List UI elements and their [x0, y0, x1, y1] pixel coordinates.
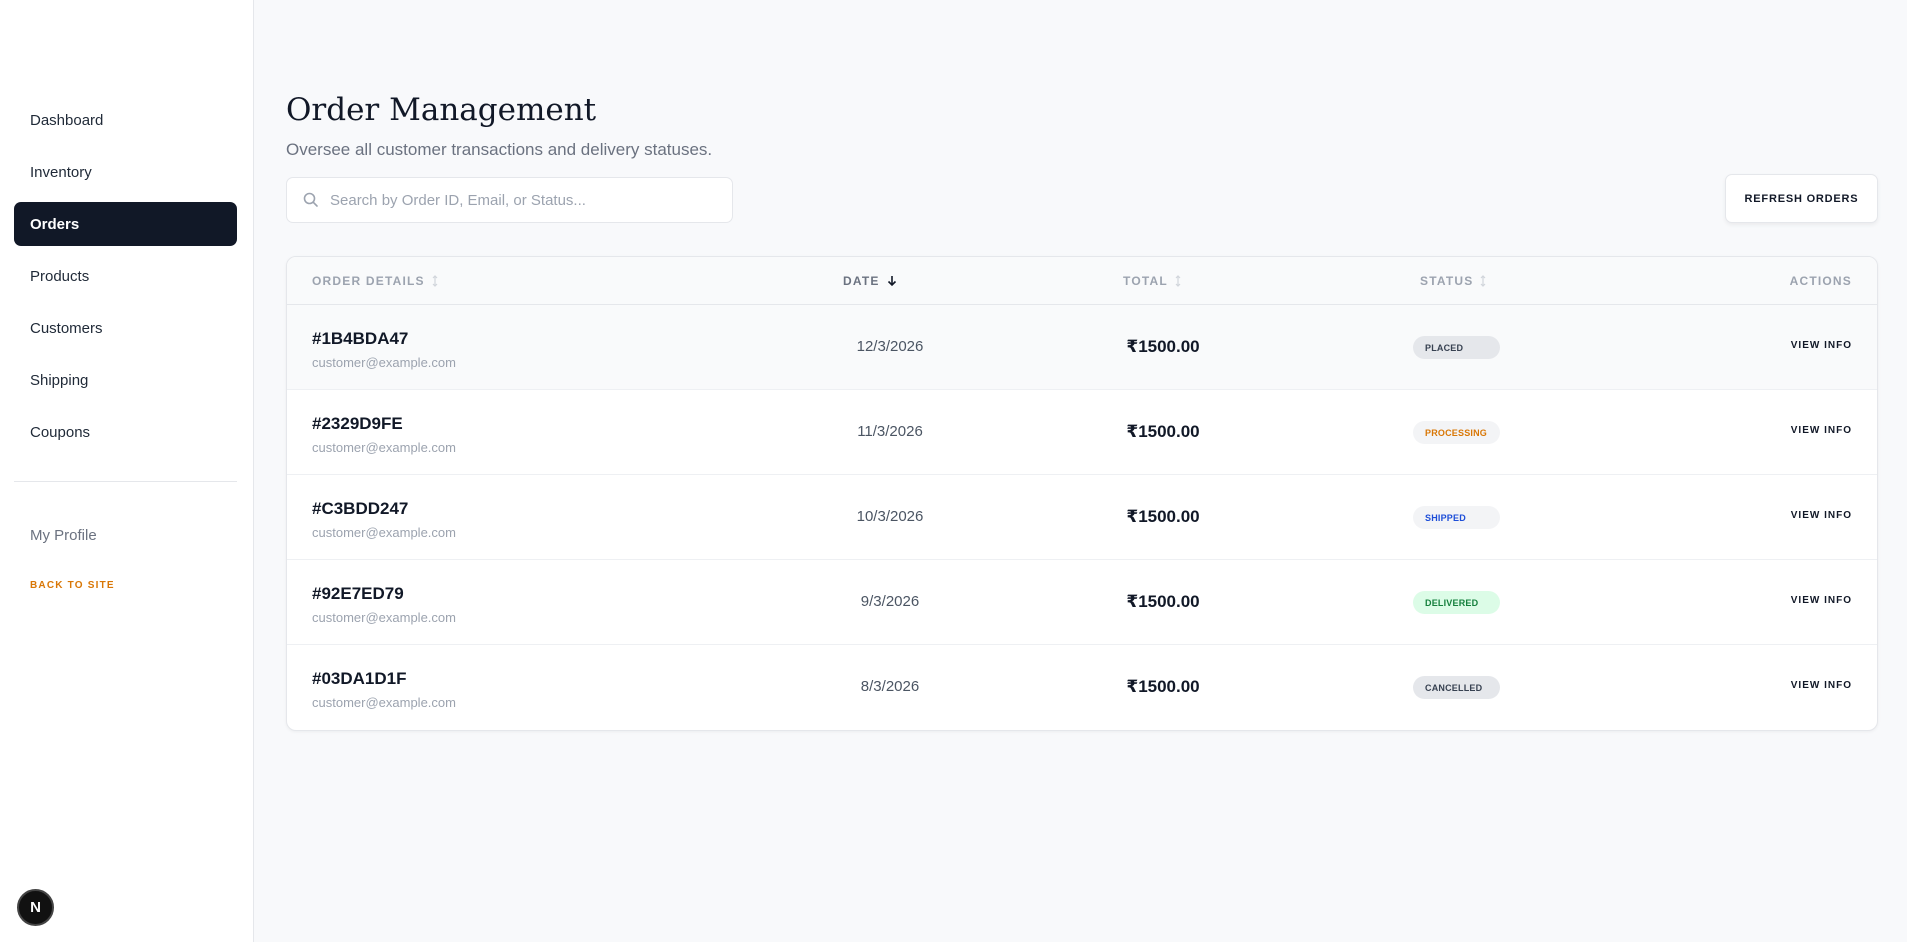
sidebar-item-customers[interactable]: Customers: [14, 306, 237, 350]
column-header-total[interactable]: TOTAL: [1123, 257, 1181, 305]
main-content: Order Management Oversee all customer tr…: [286, 0, 1878, 942]
view-info-button[interactable]: VIEW INFO: [1791, 510, 1852, 521]
order-total: ₹1500.00: [1126, 507, 1200, 526]
column-header-status[interactable]: STATUS: [1420, 257, 1486, 305]
view-info-button[interactable]: VIEW INFO: [1791, 595, 1852, 606]
column-header-label: STATUS: [1420, 274, 1474, 288]
sidebar-divider: [14, 481, 237, 482]
column-header-label: TOTAL: [1123, 274, 1168, 288]
table-row[interactable]: #2329D9FE customer@example.com 11/3/2026…: [287, 390, 1877, 475]
sort-unsorted-icon: [432, 275, 438, 287]
table-header: ORDER DETAILS DATE TOTAL STATUS ACTIONS: [287, 257, 1877, 305]
sort-descending-icon: [887, 275, 897, 287]
order-id: #92E7ED79: [312, 584, 404, 603]
sidebar-item-shipping[interactable]: Shipping: [14, 358, 237, 402]
status-badge: SHIPPED: [1413, 506, 1500, 529]
sidebar: Dashboard Inventory Orders Products Cust…: [0, 0, 254, 942]
order-total: ₹1500.00: [1126, 592, 1200, 611]
order-date: 12/3/2026: [856, 338, 924, 355]
column-header-label: ACTIONS: [1789, 274, 1852, 288]
order-date: 8/3/2026: [860, 678, 920, 695]
sidebar-item-dashboard[interactable]: Dashboard: [14, 98, 237, 142]
column-header-label: DATE: [843, 274, 880, 288]
sidebar-item-coupons[interactable]: Coupons: [14, 410, 237, 454]
order-email: customer@example.com: [312, 610, 456, 625]
orders-table: ORDER DETAILS DATE TOTAL STATUS ACTIONS …: [286, 256, 1878, 731]
column-header-date[interactable]: DATE: [843, 257, 897, 305]
column-header-actions: ACTIONS: [1790, 257, 1852, 305]
sidebar-nav: Dashboard Inventory Orders Products Cust…: [14, 98, 237, 462]
sidebar-item-inventory[interactable]: Inventory: [14, 150, 237, 194]
status-badge: PLACED: [1413, 336, 1500, 359]
next-dev-badge[interactable]: N: [17, 889, 54, 926]
status-badge: PROCESSING: [1413, 421, 1500, 444]
order-total: ₹1500.00: [1126, 337, 1200, 356]
table-row[interactable]: #03DA1D1F customer@example.com 8/3/2026 …: [287, 645, 1877, 730]
page-subtitle: Oversee all customer transactions and de…: [286, 140, 713, 159]
order-id: #1B4BDA47: [312, 329, 409, 348]
column-header-label: ORDER DETAILS: [312, 274, 425, 288]
view-info-button[interactable]: VIEW INFO: [1791, 680, 1852, 691]
order-date: 9/3/2026: [860, 593, 920, 610]
order-total: ₹1500.00: [1126, 677, 1200, 696]
order-id: #C3BDD247: [312, 499, 409, 518]
sort-unsorted-icon: [1175, 275, 1181, 287]
view-info-button[interactable]: VIEW INFO: [1791, 425, 1852, 436]
order-date: 10/3/2026: [856, 508, 924, 525]
order-email: customer@example.com: [312, 525, 456, 540]
table-row[interactable]: #92E7ED79 customer@example.com 9/3/2026 …: [287, 560, 1877, 645]
table-row[interactable]: #C3BDD247 customer@example.com 10/3/2026…: [287, 475, 1877, 560]
sidebar-item-orders[interactable]: Orders: [14, 202, 237, 246]
order-email: customer@example.com: [312, 695, 456, 710]
order-total: ₹1500.00: [1126, 422, 1200, 441]
order-email: customer@example.com: [312, 355, 456, 370]
sidebar-item-products[interactable]: Products: [14, 254, 237, 298]
order-date: 11/3/2026: [857, 423, 923, 440]
status-badge: CANCELLED: [1413, 676, 1500, 699]
column-header-order-details[interactable]: ORDER DETAILS: [312, 257, 438, 305]
table-row[interactable]: #1B4BDA47 customer@example.com 12/3/2026…: [287, 305, 1877, 390]
sort-unsorted-icon: [1480, 275, 1486, 287]
search-input[interactable]: [330, 178, 720, 222]
page-title: Order Management: [286, 92, 597, 128]
my-profile-link[interactable]: My Profile: [30, 527, 97, 544]
search-icon: [302, 191, 320, 209]
search-box: [286, 177, 733, 223]
next-badge-letter: N: [30, 899, 41, 916]
order-id: #03DA1D1F: [312, 669, 407, 688]
back-to-site-link[interactable]: BACK TO SITE: [30, 580, 115, 591]
view-info-button[interactable]: VIEW INFO: [1791, 340, 1852, 351]
order-email: customer@example.com: [312, 440, 456, 455]
refresh-orders-button[interactable]: REFRESH ORDERS: [1725, 174, 1878, 223]
status-badge: DELIVERED: [1413, 591, 1500, 614]
order-id: #2329D9FE: [312, 414, 403, 433]
